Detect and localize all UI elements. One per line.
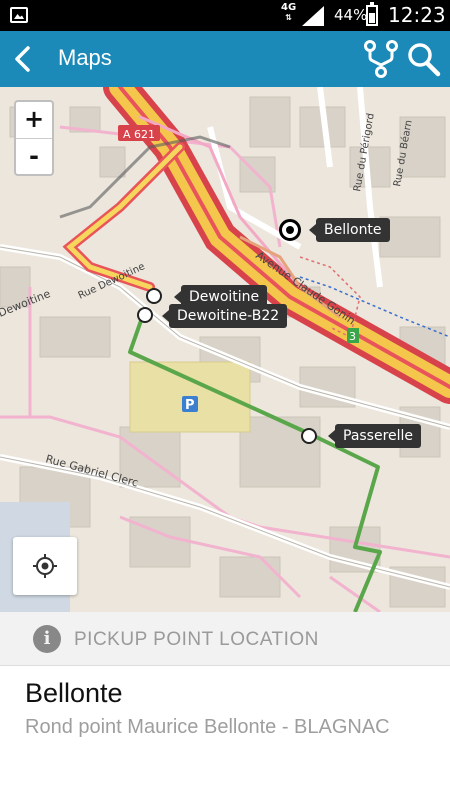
stop-label-passerelle[interactable]: Passerelle bbox=[327, 424, 422, 448]
route-fork-icon bbox=[364, 40, 398, 78]
app-bar: Maps bbox=[0, 31, 450, 87]
status-bar: 4G ⇅ 44% 12:23 bbox=[0, 0, 450, 31]
battery-percent: 44% bbox=[334, 6, 368, 24]
pickup-header-label: PICKUP POINT LOCATION bbox=[74, 629, 319, 650]
signal-icon bbox=[302, 6, 324, 26]
zoom-in-button[interactable]: + bbox=[16, 102, 52, 138]
back-arrow-icon bbox=[15, 46, 30, 72]
search-button[interactable] bbox=[405, 39, 443, 79]
pickup-point-address: Rond point Maurice Bellonte - BLAGNAC bbox=[25, 716, 390, 738]
page-title: Maps bbox=[58, 45, 112, 70]
image-icon bbox=[10, 7, 28, 23]
stop-label-dewoitine-b22[interactable]: Dewoitine-B22 bbox=[161, 304, 288, 328]
back-button[interactable] bbox=[6, 41, 42, 77]
pickup-point-name: Bellonte bbox=[25, 678, 123, 708]
clock: 12:23 bbox=[388, 3, 446, 27]
zoom-control: + - bbox=[14, 100, 54, 176]
stop-marker-bellonte[interactable] bbox=[279, 219, 301, 241]
stop-label-bellonte[interactable]: Bellonte bbox=[309, 218, 390, 242]
road-label-a621: A 621 bbox=[123, 128, 155, 141]
pickup-header: i PICKUP POINT LOCATION bbox=[0, 612, 450, 666]
exit-label: 3 bbox=[349, 330, 356, 343]
search-icon bbox=[408, 43, 441, 77]
network-indicator: 4G ⇅ bbox=[281, 2, 297, 23]
zoom-out-button[interactable]: - bbox=[16, 138, 52, 175]
parking-icon: P bbox=[185, 398, 195, 413]
map-view[interactable]: A 621 Dewoitine Avenue Claude Gonin Rue … bbox=[0, 87, 450, 612]
crosshair-icon bbox=[33, 554, 57, 578]
stop-marker-passerelle[interactable] bbox=[301, 428, 317, 444]
battery-icon bbox=[366, 2, 378, 26]
route-button[interactable] bbox=[362, 39, 400, 79]
map-canvas: A 621 Dewoitine Avenue Claude Gonin Rue … bbox=[0, 87, 450, 612]
locate-me-button[interactable] bbox=[13, 537, 77, 595]
info-icon: i bbox=[33, 625, 61, 653]
stop-marker-dewoitine-b22[interactable] bbox=[137, 307, 153, 323]
stop-marker-dewoitine[interactable] bbox=[146, 288, 162, 304]
